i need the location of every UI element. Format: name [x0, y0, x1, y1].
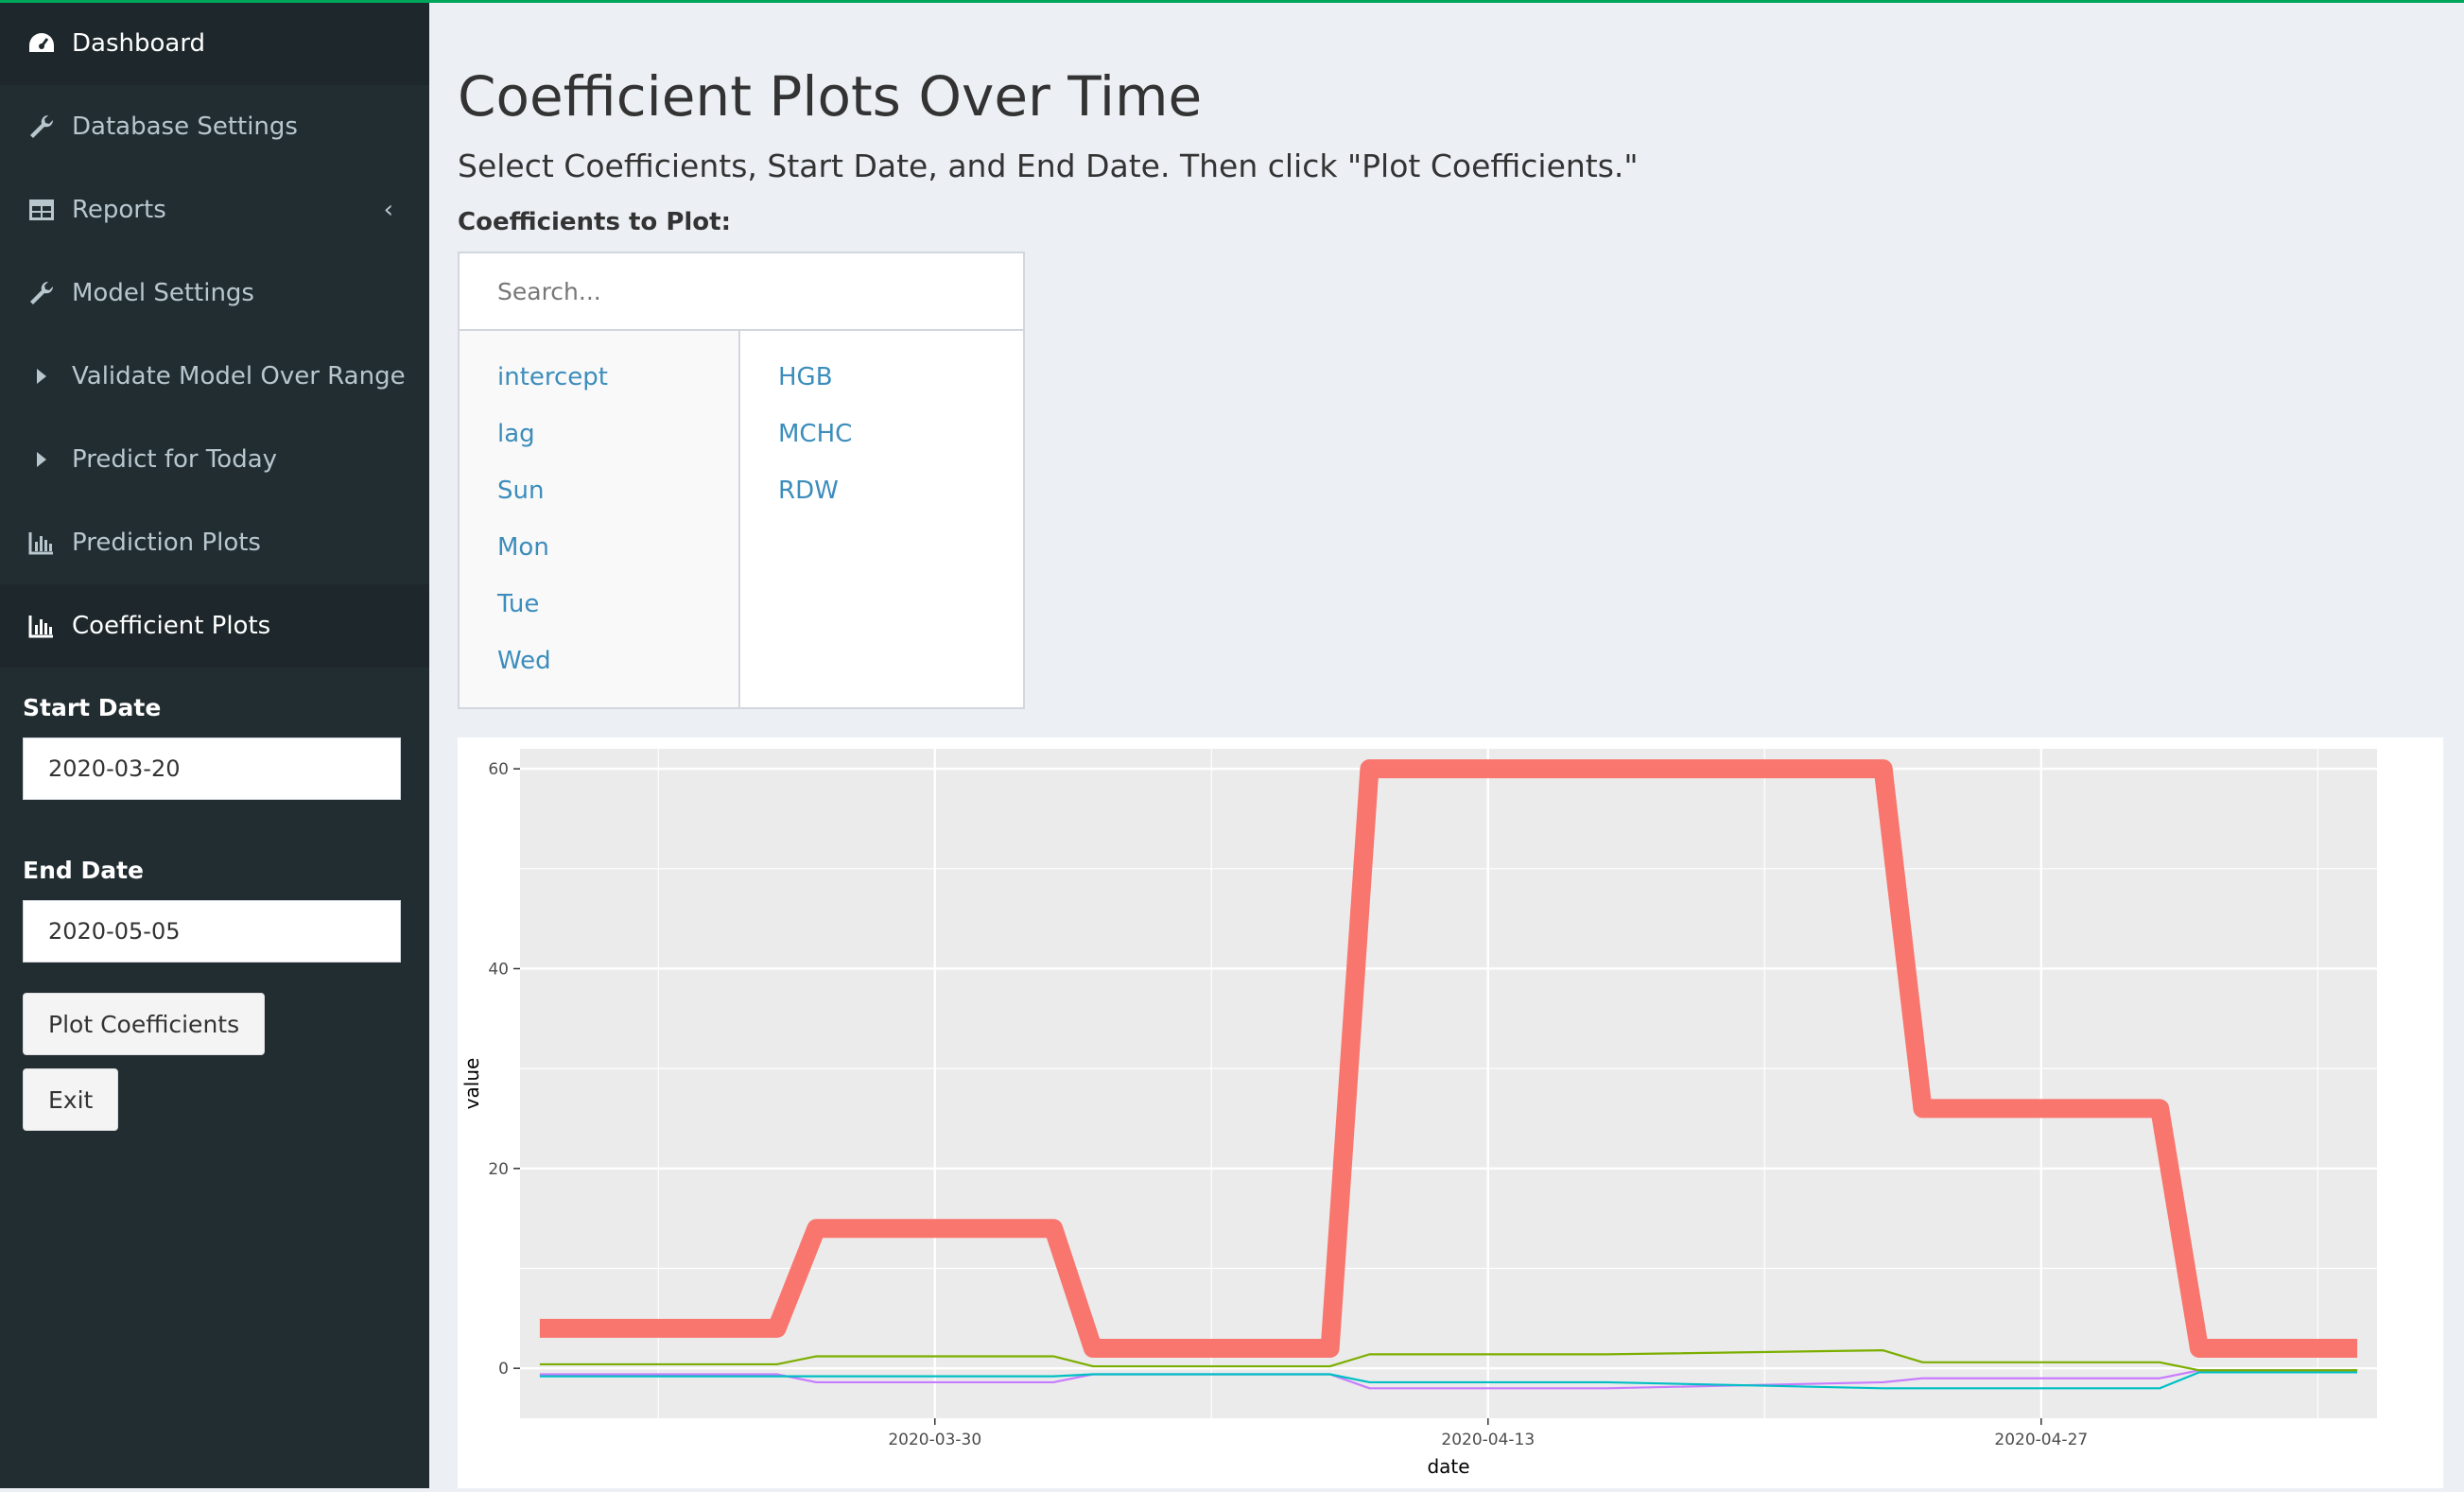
sidebar: Dashboard Database Settings Reports ‹ Mo… — [0, 0, 429, 1488]
instructions-text: Select Coefficients, Start Date, and End… — [458, 147, 1639, 184]
option-sun[interactable]: Sun — [497, 477, 544, 505]
caret-right-icon — [26, 361, 57, 391]
end-date-label: End Date — [23, 857, 145, 884]
sidebar-item-predict-today[interactable]: Predict for Today — [0, 418, 429, 501]
coefficients-label: Coefficients to Plot: — [458, 208, 731, 236]
plot-coefficients-button[interactable]: Plot Coefficients — [23, 993, 266, 1055]
coefficient-search-input[interactable] — [460, 253, 1023, 331]
sidebar-item-label: Validate Model Over Range — [72, 362, 406, 390]
y-tick-label: 40 — [488, 960, 509, 979]
sidebar-item-reports[interactable]: Reports ‹ — [0, 168, 429, 252]
bar-chart-icon — [26, 611, 57, 641]
start-date-input[interactable]: 2020-03-20 — [23, 737, 401, 800]
y-tick-label: 60 — [488, 760, 509, 779]
dashboard-icon — [26, 28, 57, 59]
bar-chart-icon — [26, 528, 57, 558]
sidebar-item-label: Reports — [72, 196, 166, 224]
wrench-icon — [26, 112, 57, 142]
start-date-label: Start Date — [23, 694, 162, 721]
x-tick-label: 2020-03-30 — [888, 1431, 981, 1449]
chart-panel — [520, 749, 2377, 1418]
top-accent-line — [0, 0, 2464, 3]
sidebar-item-database-settings[interactable]: Database Settings — [0, 85, 429, 168]
caret-right-icon — [26, 444, 57, 475]
page-title: Coefficient Plots Over Time — [458, 64, 1203, 129]
sidebar-item-model-settings[interactable]: Model Settings — [0, 252, 429, 335]
sidebar-item-label: Database Settings — [72, 113, 298, 141]
sidebar-item-label: Predict for Today — [72, 445, 278, 474]
coefficient-picker: intercept lag Sun Mon Tue Wed HGB MCHC R… — [458, 252, 1025, 709]
sidebar-item-dashboard[interactable]: Dashboard — [0, 2, 429, 85]
sidebar-item-prediction-plots[interactable]: Prediction Plots — [0, 501, 429, 584]
wrench-icon — [26, 278, 57, 308]
exit-button[interactable]: Exit — [23, 1068, 119, 1131]
y-axis-label: value — [460, 1058, 483, 1110]
table-icon — [26, 195, 57, 225]
x-tick-label: 2020-04-13 — [1441, 1431, 1535, 1449]
option-intercept[interactable]: intercept — [497, 363, 608, 391]
y-tick-label: 20 — [488, 1160, 509, 1179]
sidebar-item-validate-model[interactable]: Validate Model Over Range — [0, 335, 429, 418]
y-tick-label: 0 — [498, 1360, 509, 1379]
option-mon[interactable]: Mon — [497, 533, 549, 562]
end-date-input[interactable]: 2020-05-05 — [23, 900, 401, 963]
option-wed[interactable]: Wed — [497, 647, 551, 675]
option-lag[interactable]: lag — [497, 420, 535, 448]
sidebar-item-label: Prediction Plots — [72, 529, 261, 557]
option-mchc[interactable]: MCHC — [778, 420, 852, 448]
option-rdw[interactable]: RDW — [778, 477, 839, 505]
sidebar-item-label: Coefficient Plots — [72, 612, 271, 640]
chart-svg: 2020-03-30 2020-04-13 2020-04-27 0 20 40 60 da… — [460, 749, 2377, 1478]
option-tue[interactable]: Tue — [497, 590, 539, 618]
x-axis-label: date — [1427, 1455, 1469, 1478]
options-column-left: intercept lag Sun Mon Tue Wed — [460, 331, 740, 707]
sidebar-item-label: Model Settings — [72, 279, 254, 307]
sidebar-item-label: Dashboard — [72, 29, 206, 58]
x-tick-label: 2020-04-27 — [1994, 1431, 2088, 1449]
coefficient-chart: 2020-03-30 2020-04-13 2020-04-27 0 20 40 60 da… — [458, 737, 2443, 1488]
chevron-left-icon: ‹ — [383, 196, 393, 224]
option-hgb[interactable]: HGB — [778, 363, 833, 391]
sidebar-item-coefficient-plots[interactable]: Coefficient Plots — [0, 584, 429, 668]
options-column-right: HGB MCHC RDW — [740, 331, 1023, 707]
